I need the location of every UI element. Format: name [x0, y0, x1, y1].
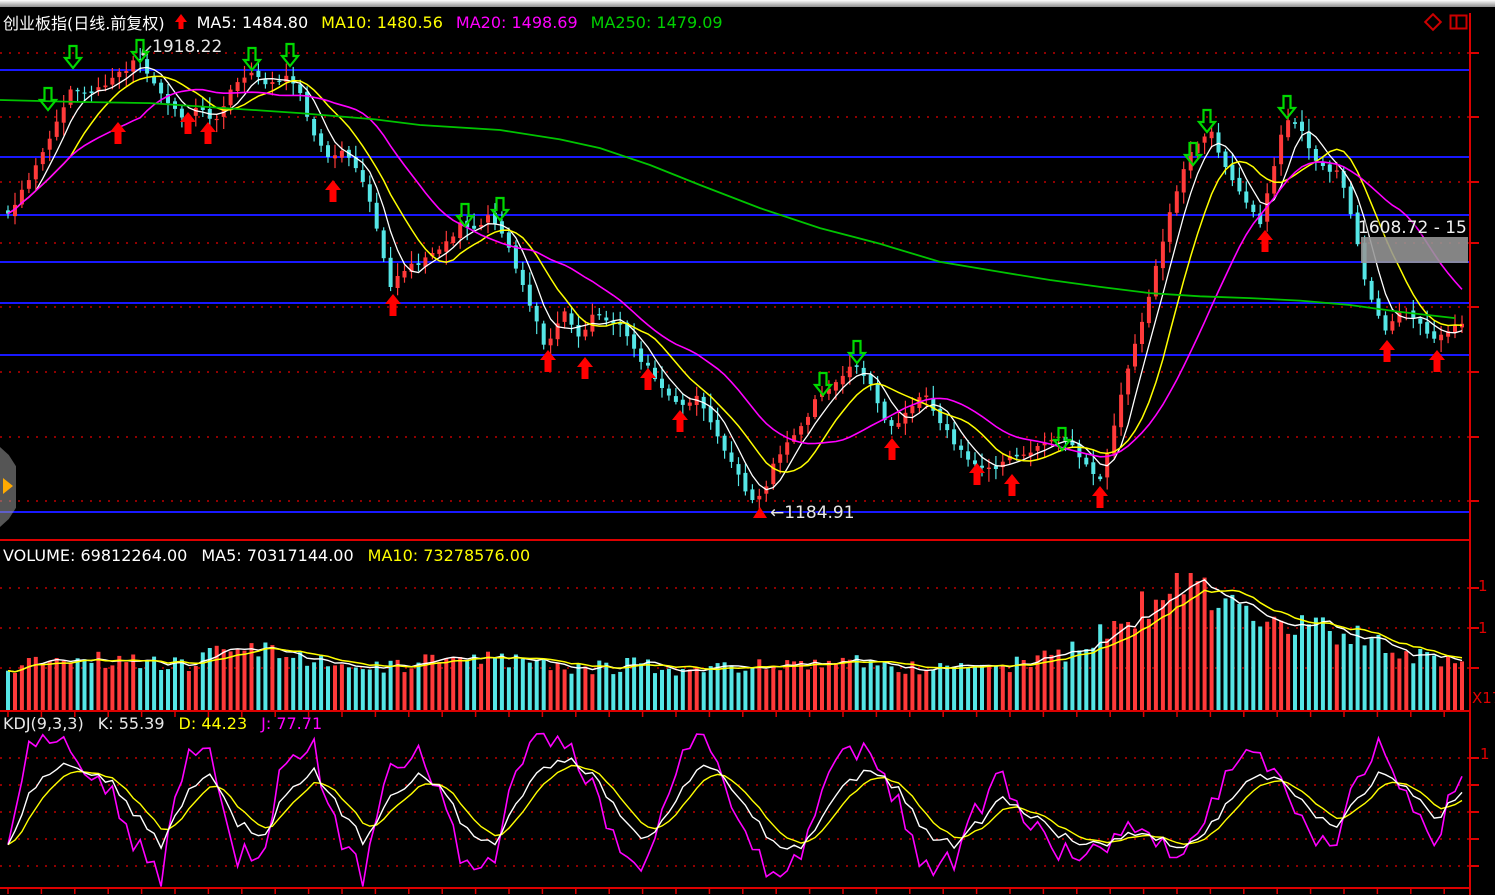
kdj-d-value: D: 44.23 [179, 714, 248, 733]
volume-axis-multiplier-label: X17 [1472, 689, 1495, 707]
main-chart-header: 创业板指(日线.前复权) MA5: 1484.80 MA10: 1480.56 … [3, 10, 723, 34]
volume-series [6, 573, 1464, 710]
kdj-name: KDJ(9,3,3) [3, 714, 84, 733]
gridlines [0, 53, 1470, 866]
price-range-box [1361, 237, 1468, 263]
trend-up-arrow-icon [174, 13, 188, 31]
axes-and-dividers [0, 13, 1479, 895]
volume-value: VOLUME: 69812264.00 [3, 546, 187, 565]
expand-arrow-icon [3, 478, 13, 494]
high-price-label: 1918.22 [152, 37, 222, 57]
volume-axis-tick-label-2: 1 [1478, 619, 1488, 637]
kdj-j-value: J: 77.71 [261, 714, 322, 733]
ma10-value: MA10: 1480.56 [321, 13, 443, 32]
kdj-series [8, 734, 1462, 887]
split-window-icon[interactable] [1449, 13, 1469, 37]
main-chart-canvas[interactable] [0, 0, 1495, 895]
price-range-tooltip: 1608.72 - 15 [1358, 218, 1467, 238]
chart-toolbar-icons [1422, 13, 1469, 37]
instrument-title: 创业板指(日线.前复权) [3, 10, 165, 34]
kdj-pane-header: KDJ(9,3,3) K: 55.39 D: 44.23 J: 77.71 [3, 714, 322, 733]
volume-ma5-value: MA5: 70317144.00 [201, 546, 353, 565]
volume-pane-header: VOLUME: 69812264.00 MA5: 70317144.00 MA1… [3, 546, 530, 565]
candlestick-series [6, 48, 1464, 510]
volume-ma10-value: MA10: 73278576.00 [368, 546, 530, 565]
trading-terminal-window: 创业板指(日线.前复权) MA5: 1484.80 MA10: 1480.56 … [0, 0, 1495, 895]
ma250-value: MA250: 1479.09 [591, 13, 723, 32]
ma5-value: MA5: 1484.80 [197, 13, 309, 32]
low-price-label: ←1184.91 [770, 503, 855, 523]
diamond-marker-icon[interactable] [1422, 13, 1444, 37]
volume-axis-tick-label-1: 1 [1478, 577, 1488, 595]
kdj-axis-tick-label: 1 [1480, 745, 1490, 763]
ma20-value: MA20: 1498.69 [456, 13, 578, 32]
kdj-k-value: K: 55.39 [98, 714, 165, 733]
